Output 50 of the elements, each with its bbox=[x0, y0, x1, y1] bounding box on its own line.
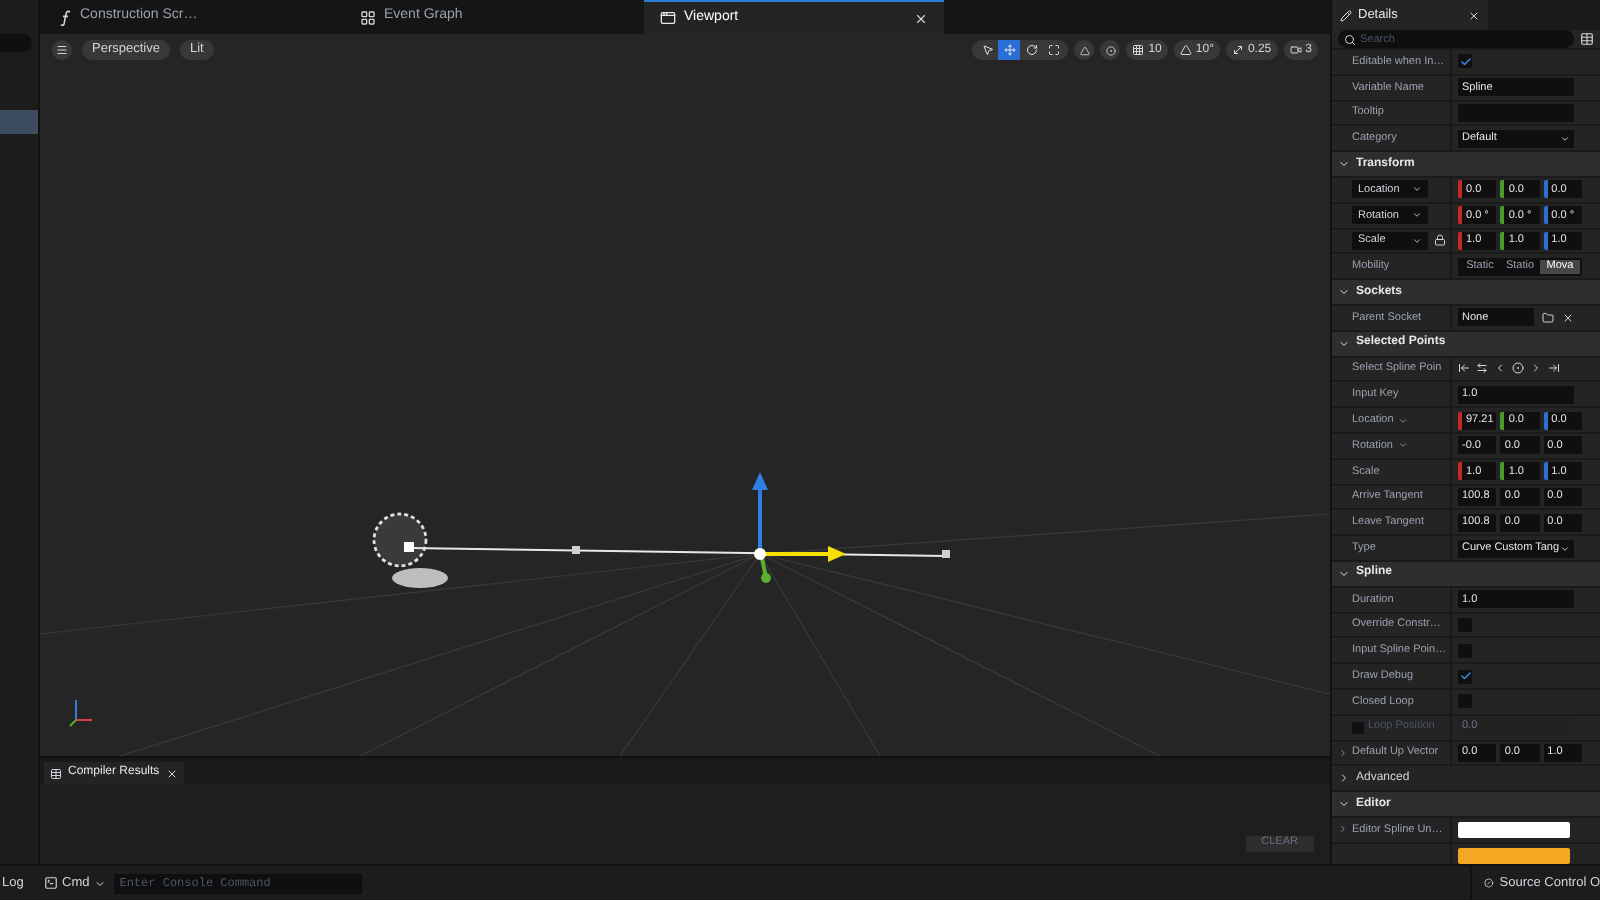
move-gizmo-drawing[interactable] bbox=[752, 472, 846, 583]
chevron-down-icon bbox=[1397, 440, 1407, 451]
chevron-down-icon bbox=[1560, 133, 1570, 144]
close-icon[interactable] bbox=[1468, 9, 1480, 21]
pencil-icon bbox=[1340, 9, 1352, 21]
check-icon bbox=[1459, 670, 1471, 683]
lock-icon[interactable] bbox=[1434, 234, 1446, 247]
pointer-icon bbox=[981, 44, 994, 56]
last-point-icon[interactable] bbox=[1548, 362, 1560, 375]
close-icon[interactable] bbox=[914, 11, 928, 25]
chevron-down-icon bbox=[93, 877, 106, 889]
color-swatch[interactable] bbox=[1458, 847, 1570, 864]
checkbox[interactable] bbox=[1458, 54, 1472, 69]
search-icon bbox=[1344, 33, 1356, 45]
shadow-ellipse bbox=[392, 568, 448, 588]
diagonal-arrow-icon bbox=[1231, 44, 1244, 56]
graph-icon bbox=[360, 9, 376, 25]
function-icon bbox=[60, 9, 72, 25]
camera-icon bbox=[1289, 44, 1302, 56]
terminal-icon bbox=[44, 876, 58, 890]
menu-icon bbox=[56, 44, 68, 56]
table-icon bbox=[50, 767, 62, 779]
chevron-down-icon bbox=[1412, 210, 1422, 221]
axis-indicator-icon bbox=[69, 699, 93, 727]
viewport-icon bbox=[660, 10, 676, 26]
surface-snap-button[interactable] bbox=[1074, 40, 1095, 60]
folder-icon[interactable] bbox=[1542, 311, 1554, 324]
angle-icon bbox=[1179, 44, 1192, 56]
chevron-down-icon bbox=[1560, 543, 1570, 554]
previous-point-icon[interactable] bbox=[1494, 362, 1506, 375]
transform-tool-button[interactable] bbox=[998, 40, 1021, 60]
next-point-icon[interactable] bbox=[1530, 362, 1542, 375]
chevron-down-icon bbox=[1412, 235, 1422, 246]
rotate-icon bbox=[1025, 44, 1038, 56]
check-icon bbox=[1459, 55, 1471, 68]
move-icon bbox=[1003, 44, 1016, 56]
menu-button[interactable] bbox=[52, 40, 72, 60]
clear-icon[interactable] bbox=[1562, 311, 1574, 324]
circle-slash-icon bbox=[1484, 876, 1494, 890]
checkbox[interactable] bbox=[1458, 669, 1472, 684]
triangle-icon bbox=[1079, 45, 1090, 55]
close-icon[interactable] bbox=[165, 767, 178, 779]
table-icon[interactable] bbox=[1580, 32, 1594, 46]
chevron-down-icon bbox=[1397, 415, 1408, 426]
color-swatch[interactable] bbox=[1458, 821, 1570, 838]
dashed-circle bbox=[372, 512, 428, 568]
chevron-down-icon bbox=[1412, 184, 1422, 195]
world-local-button[interactable] bbox=[1100, 40, 1121, 60]
first-point-icon[interactable] bbox=[1458, 362, 1470, 375]
grid-icon bbox=[1132, 44, 1145, 56]
